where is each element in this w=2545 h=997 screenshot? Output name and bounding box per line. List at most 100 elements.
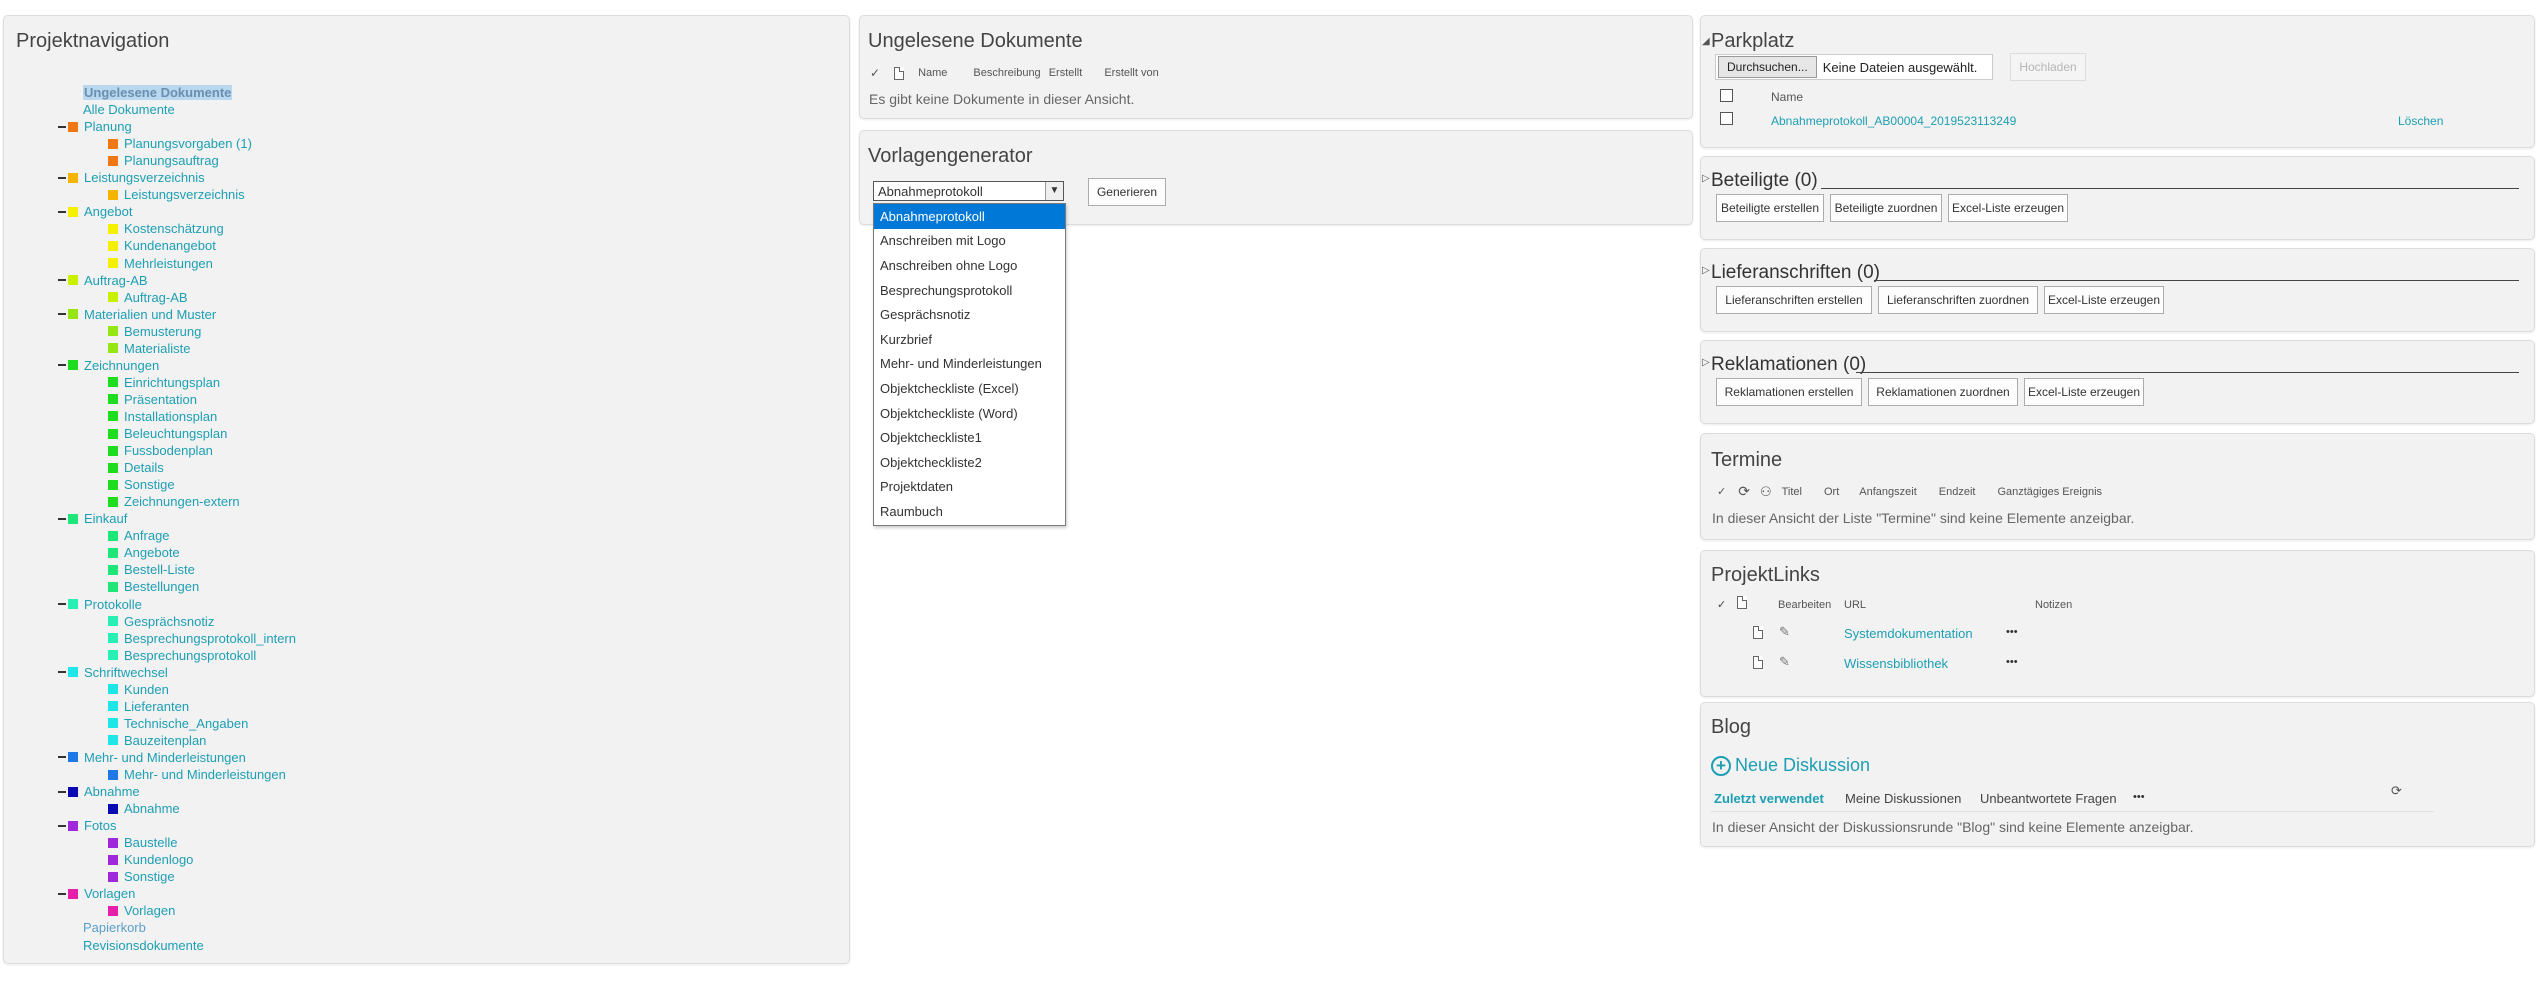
nav-item-label[interactable]: Anfrage [124,528,170,543]
column-anfangszeit[interactable]: Anfangszeit [1859,486,1916,498]
collapse-triangle-icon[interactable]: ◢ [1702,36,1710,47]
select-all-checkbox[interactable] [1720,89,1733,102]
dropdown-option[interactable]: Besprechungsprotokoll [874,278,1065,303]
dropdown-option[interactable]: Objektcheckliste2 [874,450,1065,475]
nav-item[interactable]: Sonstige [108,476,175,493]
nav-item-label[interactable]: Besprechungsprotokoll_intern [124,631,296,646]
nav-item[interactable]: Auftrag-AB [108,289,188,306]
upload-button[interactable]: Hochladen [2010,53,2086,81]
nav-item[interactable]: Planungsauftrag [108,152,219,169]
nav-item-label[interactable]: Bestellungen [124,579,199,594]
column-erstellt[interactable]: Erstellt [1049,67,1083,79]
lieferanschriften-title[interactable]: Lieferanschriften (0) [1711,262,1880,284]
nav-item[interactable]: Ungelesene Dokumente [83,84,233,101]
nav-item-label[interactable]: Papierkorb [83,920,146,935]
expand-triangle-icon[interactable]: ▷ [1702,357,1710,368]
nav-item[interactable]: Vorlagen [108,902,175,919]
collapse-minus-icon[interactable] [58,313,66,316]
browse-button[interactable]: Durchsuchen... [1718,56,1817,78]
nav-item[interactable]: Planung [58,118,132,135]
link-systemdokumentation[interactable]: Systemdokumentation [1844,626,1973,641]
nav-item[interactable]: Angebote [108,544,180,561]
nav-item-label[interactable]: Revisionsdokumente [83,938,204,953]
collapse-minus-icon[interactable] [58,176,66,179]
nav-item[interactable]: Kundenangebot [108,237,216,254]
column-titel[interactable]: Titel [1782,486,1802,498]
refresh-icon[interactable]: ⟳ [2391,783,2402,799]
nav-item[interactable]: Bestell-Liste [108,561,195,578]
nav-item[interactable]: Baustelle [108,834,177,851]
reklamationen-assign-button[interactable]: Reklamationen zuordnen [1868,378,2018,406]
nav-item[interactable]: Alle Dokumente [83,101,175,118]
expand-triangle-icon[interactable]: ▷ [1702,173,1710,184]
delete-link[interactable]: Löschen [2398,114,2443,128]
nav-item[interactable]: Revisionsdokumente [83,937,204,954]
nav-item-label[interactable]: Details [124,460,164,475]
expand-triangle-icon[interactable]: ▷ [1702,265,1710,276]
nav-item-label[interactable]: Materialien und Muster [84,307,216,322]
dropdown-option[interactable]: Gesprächsnotiz [874,302,1065,327]
nav-item-label[interactable]: Vorlagen [84,886,135,901]
collapse-minus-icon[interactable] [58,790,66,793]
new-discussion-link[interactable]: + Neue Diskussion [1711,755,1870,776]
nav-item-label[interactable]: Auftrag-AB [124,290,188,305]
nav-item[interactable]: Planungsvorgaben (1) [108,135,252,152]
nav-item[interactable]: Besprechungsprotokoll_intern [108,630,296,647]
nav-item[interactable]: Materialiste [108,340,190,357]
check-icon[interactable]: ✓ [870,66,880,80]
nav-item[interactable]: Leistungsverzeichnis [58,169,205,186]
dropdown-option[interactable]: Kurzbrief [874,327,1065,352]
nav-item-label[interactable]: Technische_Angaben [124,716,248,731]
nav-item-label[interactable]: Protokolle [84,597,142,612]
column-bearbeiten[interactable]: Bearbeiten [1778,599,1831,611]
collapse-minus-icon[interactable] [58,210,66,213]
nav-item-label[interactable]: Kundenangebot [124,238,216,253]
nav-item-label[interactable]: Bemusterung [124,324,201,339]
nav-item[interactable]: Anfrage [108,527,170,544]
more-options-icon[interactable]: ••• [2006,626,2018,638]
nav-item[interactable]: Lieferanten [108,698,189,715]
collapse-minus-icon[interactable] [58,279,66,282]
more-options-icon[interactable]: ••• [2006,656,2018,668]
dropdown-option[interactable]: Anschreiben ohne Logo [874,253,1065,278]
nav-item[interactable]: Technische_Angaben [108,715,248,732]
check-icon[interactable]: ✓ [1717,485,1726,498]
template-select[interactable]: Abnahmeprotokoll ▼ [873,181,1064,201]
nav-item-label[interactable]: Angebote [124,545,180,560]
nav-item-label[interactable]: Mehr- und Minderleistungen [124,767,286,782]
more-options-icon[interactable]: ••• [2133,791,2145,803]
column-endzeit[interactable]: Endzeit [1939,486,1976,498]
nav-item-label[interactable]: Planungsvorgaben (1) [124,136,252,151]
check-icon[interactable]: ✓ [1717,598,1726,611]
nav-item-label[interactable]: Kundenlogo [124,852,193,867]
nav-item[interactable]: Leistungsverzeichnis [108,186,245,203]
dropdown-option[interactable]: Abnahmeprotokoll [874,204,1065,229]
edit-icon[interactable]: ✎ [1779,624,1790,640]
dropdown-option[interactable]: Anschreiben mit Logo [874,229,1065,254]
nav-item-label[interactable]: Baustelle [124,835,177,850]
tab-unbeantwortete-fragen[interactable]: Unbeantwortete Fragen [1980,791,2117,806]
reklamationen-title[interactable]: Reklamationen (0) [1711,354,1866,376]
nav-item-label[interactable]: Leistungsverzeichnis [84,170,205,185]
column-ganztaegig[interactable]: Ganztägiges Ereignis [1997,486,2102,498]
nav-item-label[interactable]: Lieferanten [124,699,189,714]
nav-item[interactable]: Beleuchtungsplan [108,425,227,442]
collapse-minus-icon[interactable] [58,824,66,827]
nav-item-label[interactable]: Materialiste [124,341,190,356]
nav-item-label[interactable]: Besprechungsprotokoll [124,648,256,663]
nav-item-label[interactable]: Leistungsverzeichnis [124,187,245,202]
nav-item[interactable]: Abnahme [58,783,140,800]
column-notizen[interactable]: Notizen [2035,599,2072,611]
tab-meine-diskussionen[interactable]: Meine Diskussionen [1845,791,1961,806]
nav-item-label[interactable]: Alle Dokumente [83,102,175,117]
nav-item[interactable]: Kunden [108,681,169,698]
nav-item[interactable]: Abnahme [108,800,180,817]
nav-item[interactable]: Installationsplan [108,408,217,425]
nav-item[interactable]: Papierkorb [83,919,146,936]
nav-item[interactable]: Bauzeitenplan [108,732,206,749]
nav-item-label[interactable]: Ungelesene Dokumente [83,85,233,100]
reklamationen-create-button[interactable]: Reklamationen erstellen [1716,378,1862,406]
nav-item[interactable]: Gesprächsnotiz [108,613,214,630]
column-name[interactable]: Name [918,67,947,79]
collapse-minus-icon[interactable] [58,125,66,128]
